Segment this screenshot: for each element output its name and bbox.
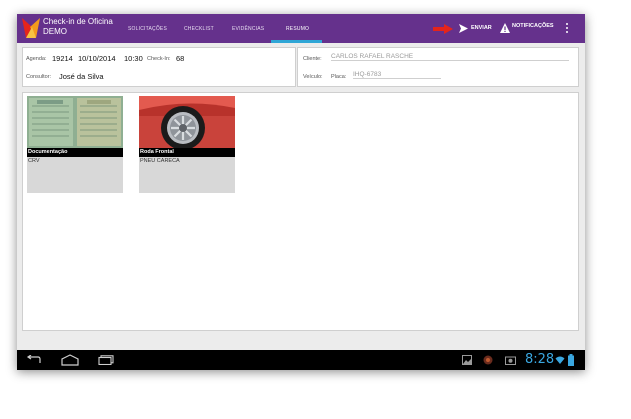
recent-apps-icon[interactable]	[98, 355, 114, 365]
battery-icon	[568, 354, 574, 366]
evidence-title: Documentação	[27, 148, 123, 157]
app-title-line2: DEMO	[43, 27, 67, 36]
agenda-time: 10:30	[124, 54, 143, 63]
send-icon[interactable]	[459, 24, 468, 33]
placa-field[interactable]: IHQ-6783	[353, 71, 441, 79]
wifi-icon	[555, 356, 565, 364]
document-photo-icon	[27, 96, 123, 148]
placa-label: Placa:	[331, 74, 347, 80]
evidence-subtitle: CRV	[28, 158, 40, 164]
app-notification-icon	[483, 355, 493, 365]
client-panel: Cliente: CARLOS RAFAEL RASCHE Veículo: P…	[297, 47, 579, 87]
tab-resumo[interactable]: RESUMO	[286, 26, 309, 32]
home-icon[interactable]	[61, 354, 79, 366]
notifications-button[interactable]: NOTIFICAÇÕES	[512, 23, 554, 29]
evidence-card-roda-frontal[interactable]: Roda Frontal PNEU CARECA	[139, 96, 235, 193]
schedule-panel: Agenda: 19214 10/10/2014 10:30 Check-In:…	[22, 47, 296, 87]
checkin-label: Check-In:	[147, 56, 171, 62]
consultor-label: Consultor:	[26, 74, 52, 80]
app-bar: Check-in de Oficina DEMO SOLICITAÇÕES CH…	[17, 14, 585, 43]
evidence-card-documentacao[interactable]: Documentação CRV	[27, 96, 123, 193]
back-icon[interactable]	[26, 355, 42, 365]
checkin-value: 68	[176, 54, 185, 63]
overflow-menu-icon[interactable]	[566, 23, 569, 35]
cliente-field[interactable]: CARLOS RAFAEL RASCHE	[331, 53, 569, 61]
red-arrow-icon	[433, 24, 453, 34]
screenshot-notification-icon	[505, 356, 516, 365]
agenda-date: 10/10/2014	[78, 54, 116, 63]
active-tab-indicator	[271, 40, 322, 43]
tab-solicitacoes[interactable]: SOLICITAÇÕES	[128, 26, 167, 32]
veiculo-label: Veículo:	[303, 74, 323, 80]
agenda-number: 19214	[52, 54, 73, 63]
agenda-label: Agenda:	[26, 56, 47, 62]
consultor-value: José da Silva	[59, 72, 104, 81]
warning-icon[interactable]	[500, 23, 510, 33]
cliente-label: Cliente:	[303, 56, 322, 62]
gallery-notification-icon	[462, 355, 472, 365]
tab-evidencias[interactable]: EVIDÊNCIAS	[232, 26, 264, 32]
app-title: Check-in de Oficina DEMO	[43, 17, 113, 37]
system-navigation-bar: 8:28	[17, 350, 585, 370]
tablet-screen: Check-in de Oficina DEMO SOLICITAÇÕES CH…	[17, 14, 585, 370]
evidence-panel: Documentação CRV Roda Frontal PNEU CAREC…	[22, 92, 579, 331]
evidence-subtitle: PNEU CARECA	[140, 158, 180, 164]
app-logo-icon	[22, 18, 40, 38]
app-title-line1: Check-in de Oficina	[43, 17, 113, 26]
wheel-photo-icon	[139, 96, 235, 148]
status-clock: 8:28	[525, 352, 555, 367]
evidence-title: Roda Frontal	[139, 148, 235, 157]
send-button[interactable]: ENVIAR	[471, 25, 492, 31]
tab-checklist[interactable]: CHECKLIST	[184, 26, 214, 32]
